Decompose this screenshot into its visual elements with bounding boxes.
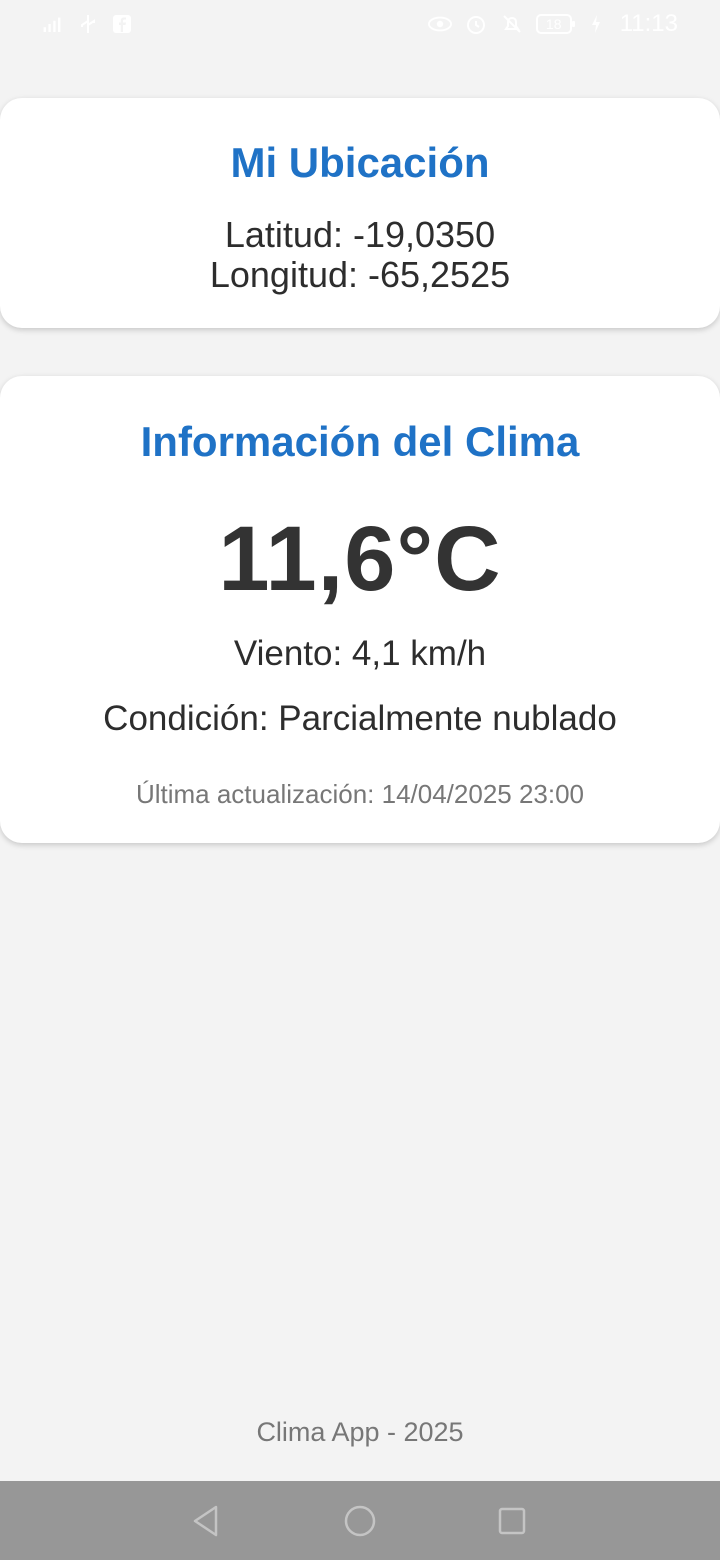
charging-icon [584, 12, 608, 36]
location-title: Mi Ubicación [230, 139, 490, 186]
home-circle-icon [344, 1505, 376, 1537]
recents-button[interactable] [494, 1503, 530, 1539]
back-triangle-icon [193, 1505, 218, 1537]
temperature-value: 11,6°C [218, 508, 502, 610]
condition-text: Condición: Parcialmente nublado [103, 699, 617, 738]
status-right: 18 11:13 [427, 10, 678, 37]
eye-icon [427, 12, 452, 36]
weather-card: Información del Clima 11,6°C Viento: 4,1… [0, 376, 720, 843]
usb-icon [76, 12, 100, 36]
recents-square-icon [498, 1507, 526, 1535]
mute-icon [500, 12, 524, 36]
longitude-text: Longitud: -65,2525 [209, 254, 511, 295]
wind-text: Viento: 4,1 km/h [233, 634, 487, 673]
footer-text: Clima App - 2025 [256, 1417, 464, 1447]
home-button[interactable] [342, 1503, 378, 1539]
battery-icon: 18 [535, 14, 575, 34]
location-card: Mi Ubicación Latitud: -19,0350 Longitud:… [0, 98, 720, 328]
alarm-icon [464, 12, 488, 36]
status-time: 11:13 [619, 10, 678, 37]
back-button[interactable] [188, 1503, 224, 1539]
weather-title: Información del Clima [140, 418, 580, 465]
last-update-text: Última actualización: 14/04/2025 23:00 [135, 779, 585, 809]
status-left [42, 12, 134, 36]
facebook-icon [110, 12, 134, 36]
signal-icon [42, 12, 66, 36]
status-bar: 18 11:13 [0, 0, 720, 52]
navigation-bar [0, 1481, 720, 1560]
latitude-text: Latitud: -19,0350 [224, 214, 496, 255]
